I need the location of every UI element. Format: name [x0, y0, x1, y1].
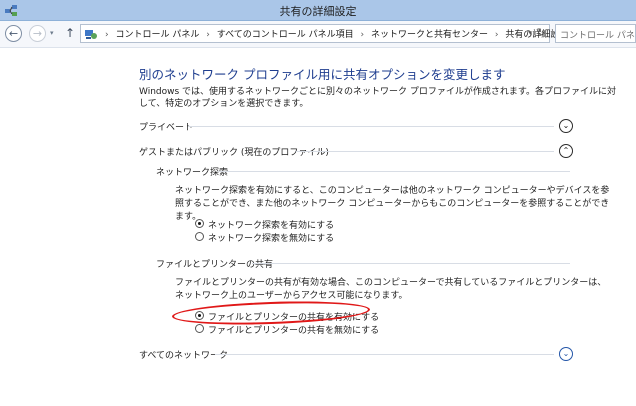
- file-printer-sharing-text: ファイルとプリンターの共有が有効な場合、このコンピューターで共有しているファイル…: [175, 278, 607, 301]
- radio-label: ファイルとプリンターの共有を無効にする: [208, 326, 380, 336]
- divider: [218, 171, 570, 172]
- window-title: 共有の詳細設定: [279, 5, 357, 18]
- profile-private-label[interactable]: プライベート: [139, 120, 193, 133]
- up-button[interactable]: ↑: [65, 26, 75, 40]
- breadcrumb: › コントロール パネル › すべてのコントロール パネル項目 › ネットワーク…: [101, 27, 568, 40]
- breadcrumb-control-panel[interactable]: コントロール パネル: [115, 30, 199, 40]
- recent-locations-dropdown-icon[interactable]: ▾: [50, 29, 54, 37]
- address-bar[interactable]: › コントロール パネル › すべてのコントロール パネル項目 › ネットワーク…: [80, 24, 568, 43]
- address-dropdown-icon[interactable]: ▾: [528, 29, 532, 37]
- radio-button-selected[interactable]: [195, 219, 204, 228]
- breadcrumb-network-sharing-center[interactable]: ネットワークと共有センター: [371, 30, 488, 40]
- back-button[interactable]: ←: [5, 25, 22, 42]
- page-title: 別のネットワーク プロファイル用に共有オプションを変更します: [139, 67, 506, 82]
- expand-private-button[interactable]: ⌄: [559, 119, 573, 133]
- breadcrumb-separator: ›: [494, 30, 499, 40]
- divider: [296, 151, 554, 152]
- breadcrumb-separator: ›: [206, 30, 210, 40]
- breadcrumb-all-items[interactable]: すべてのコントロール パネル項目: [217, 30, 354, 40]
- collapse-guest-button[interactable]: ⌃: [559, 144, 573, 158]
- breadcrumb-separator: ›: [360, 30, 365, 40]
- radio-button[interactable]: [195, 232, 204, 241]
- title-bar: 共有の詳細設定: [0, 0, 636, 21]
- divider: [252, 263, 570, 264]
- breadcrumb-separator: ›: [105, 30, 109, 40]
- control-panel-icon: [85, 30, 97, 39]
- expand-all-networks-button[interactable]: ⌄: [559, 347, 573, 361]
- navigation-bar: ← → ▾ ↑ › コントロール パネル › すべてのコントロール パネル項目 …: [0, 21, 636, 48]
- forward-button[interactable]: →: [29, 25, 46, 42]
- page-description: Windows では、使用するネットワークごとに別々のネットワーク プロファイル…: [139, 87, 616, 109]
- radio-label: ネットワーク探索を有効にする: [208, 221, 335, 231]
- refresh-icon[interactable]: ↻: [537, 26, 546, 39]
- radio-button[interactable]: [195, 324, 204, 333]
- divider: [215, 354, 554, 355]
- search-placeholder: コントロール パネルの検: [560, 31, 635, 41]
- divider: [188, 126, 554, 127]
- search-input[interactable]: コントロール パネルの検: [555, 24, 636, 43]
- radio-label: ネットワーク探索を無効にする: [208, 234, 335, 244]
